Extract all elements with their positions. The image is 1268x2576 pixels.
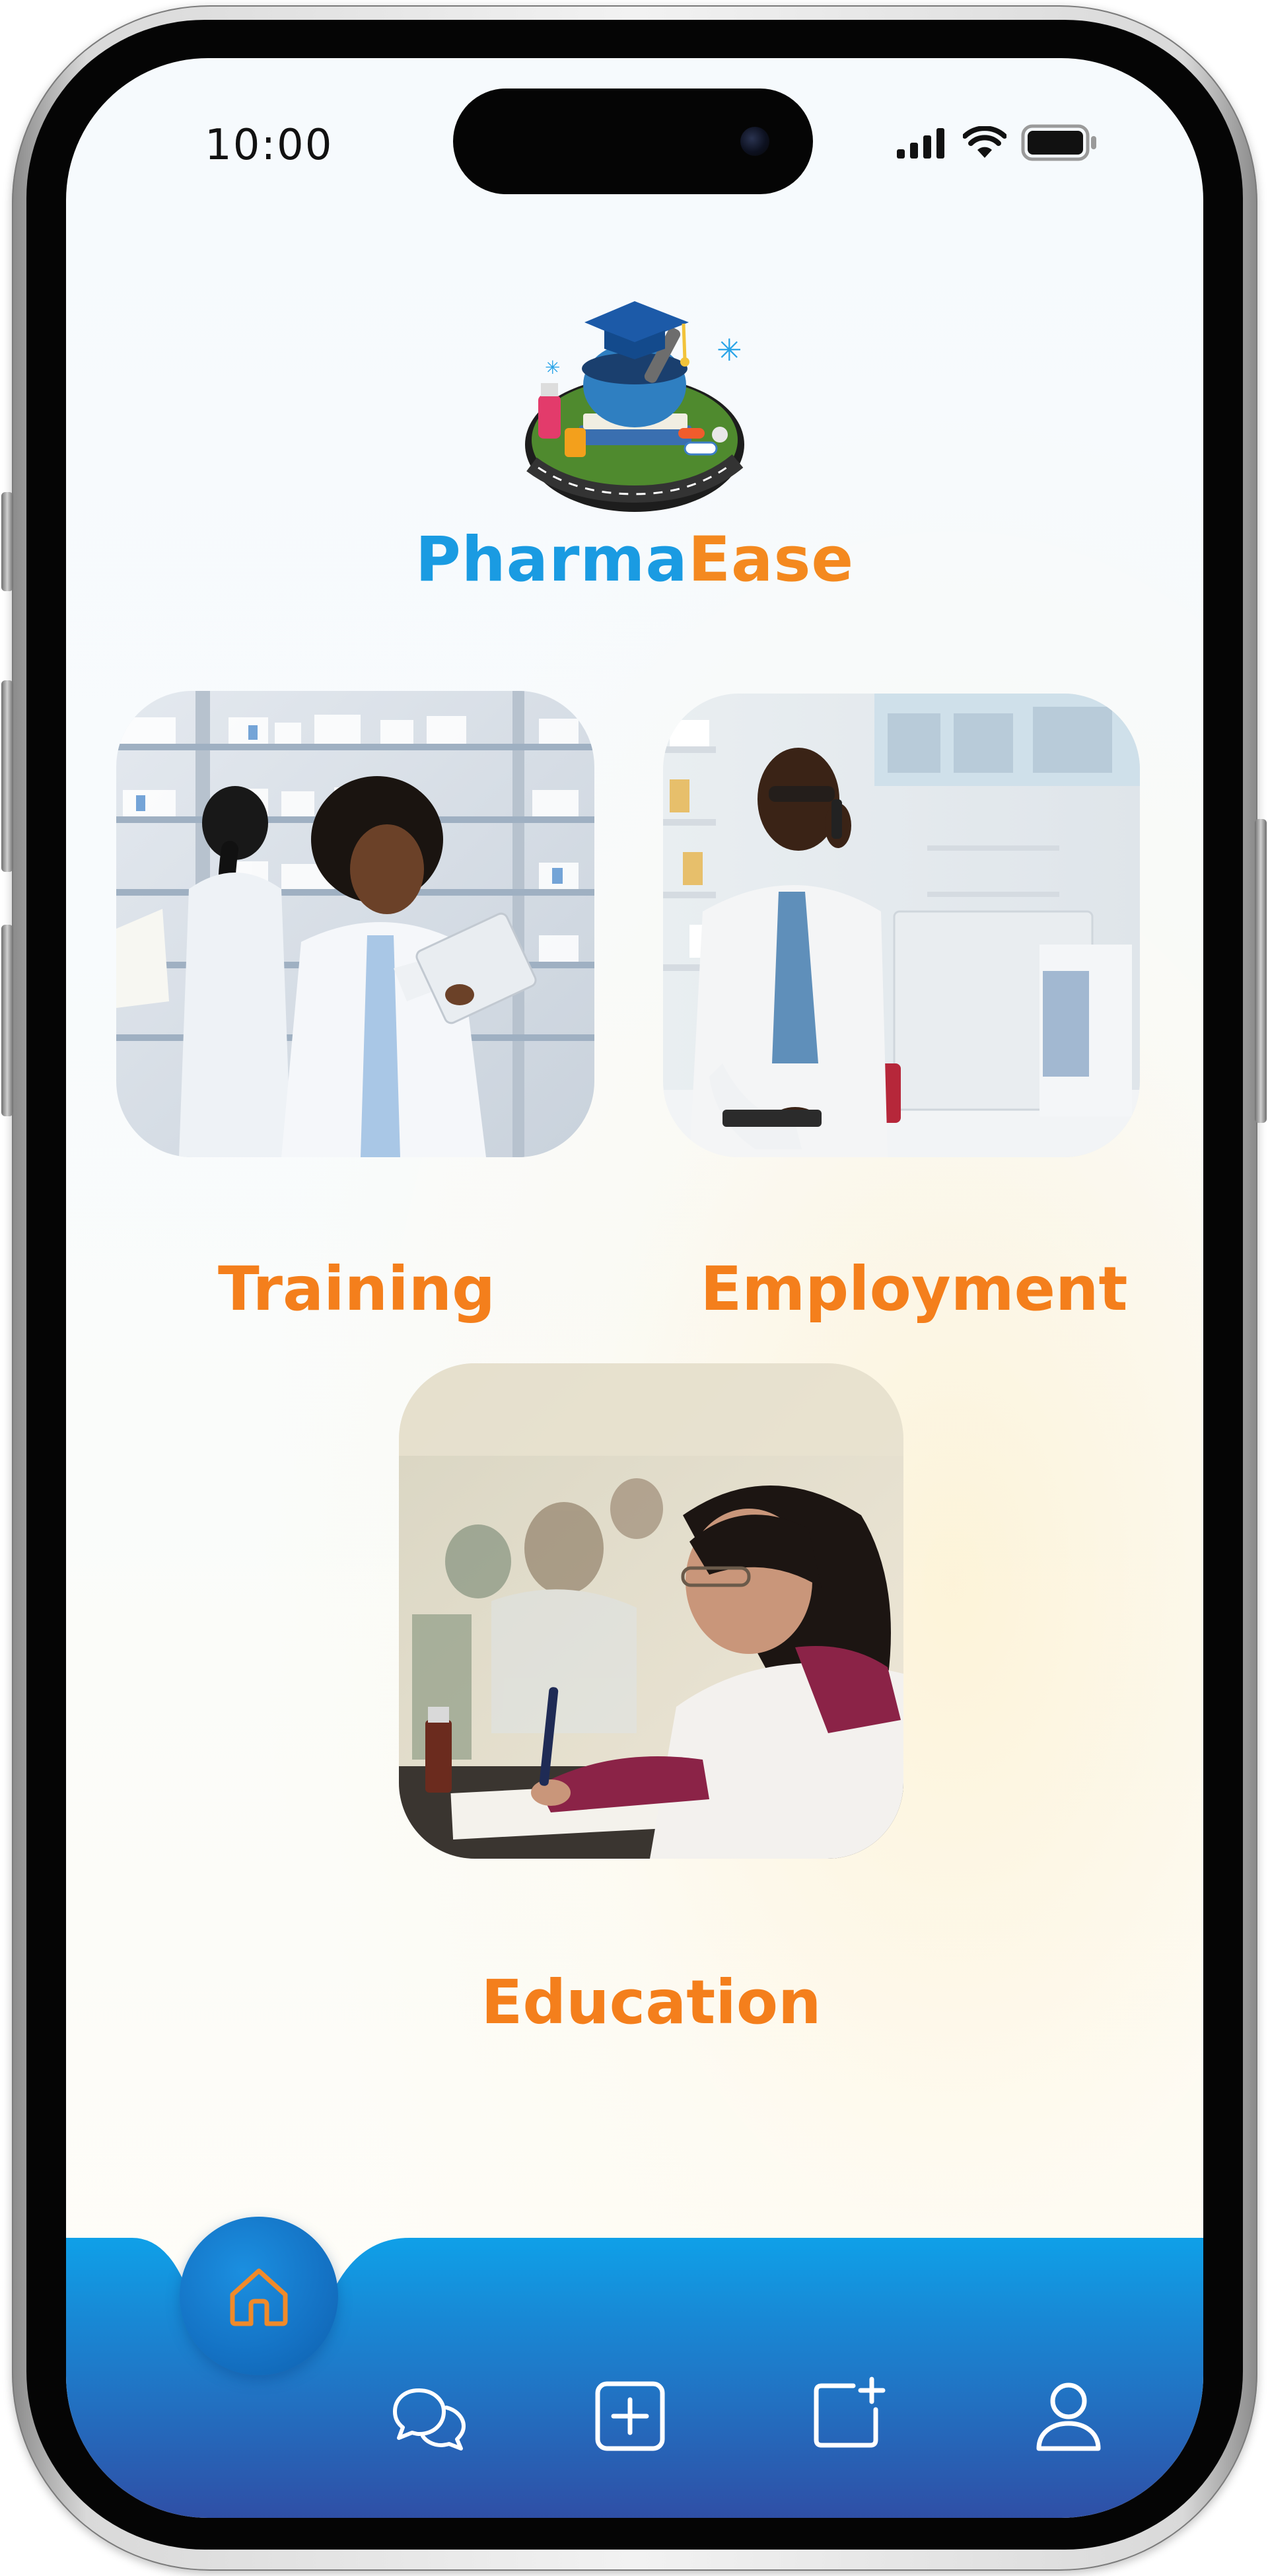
app-brand-name: PharmaEase: [66, 524, 1203, 596]
phone-volume-down-button: [1, 925, 13, 1116]
nav-profile-button[interactable]: [1022, 2370, 1115, 2462]
nav-home-button[interactable]: [180, 2217, 338, 2375]
svg-text:✳: ✳: [545, 357, 560, 378]
pharmaease-logo-icon: ✳ ✳: [525, 301, 744, 512]
employment-card-image[interactable]: [663, 694, 1140, 1157]
phone-action-button: [1, 492, 13, 591]
wifi-icon: [963, 126, 1006, 158]
dynamic-island: [453, 89, 813, 194]
cellular-signal-icon: [897, 128, 944, 159]
status-bar-icons: [896, 124, 1098, 161]
nav-new-post-button[interactable]: [802, 2367, 894, 2460]
training-label[interactable]: Training: [125, 1254, 588, 1324]
employment-label[interactable]: Employment: [663, 1254, 1165, 1324]
education-card-image[interactable]: [399, 1363, 903, 1859]
brand-name-pharma: Pharma: [415, 524, 688, 596]
home-icon: [230, 2268, 288, 2326]
nav-add-button[interactable]: [584, 2370, 676, 2462]
battery-icon: [1021, 124, 1096, 161]
phone-power-button: [1255, 819, 1267, 1123]
chat-icon: [393, 2388, 466, 2451]
new-post-icon: [814, 2377, 886, 2448]
status-bar-time: 10:00: [205, 121, 334, 170]
training-card-image[interactable]: [116, 691, 594, 1157]
svg-text:✳: ✳: [717, 332, 742, 368]
phone-volume-up-button: [1, 680, 13, 872]
add-square-icon: [595, 2381, 665, 2451]
app-screen: 10:00 ✳ ✳ PharmaEase Training Employment…: [66, 58, 1203, 2518]
brand-name-ease: Ease: [687, 524, 855, 596]
education-label[interactable]: Education: [399, 1967, 903, 2038]
profile-icon: [1036, 2382, 1101, 2451]
nav-chat-button[interactable]: [383, 2371, 476, 2464]
front-camera: [740, 127, 769, 156]
